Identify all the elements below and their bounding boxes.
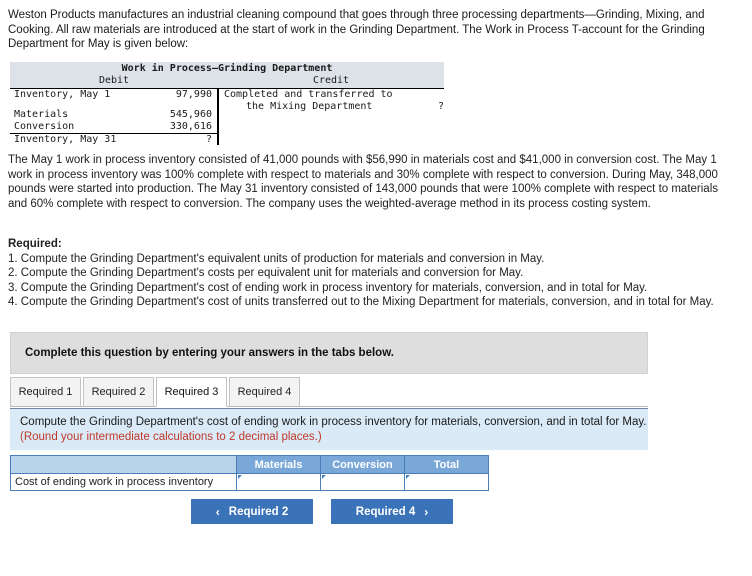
cell-marker-icon: [406, 475, 410, 479]
t-account-debit-side: Inventory, May 1 97,990 Materials 545,96…: [10, 89, 217, 145]
answer-table-blank-header: [10, 455, 237, 474]
work-in-process-t-account: Work in Process—Grinding Department Debi…: [10, 62, 444, 145]
complete-question-banner: Complete this question by entering your …: [10, 332, 648, 374]
answer-table-header-materials: Materials: [236, 455, 321, 474]
t-account-credit-side: Completed and transferred to the Mixing …: [220, 89, 444, 145]
debit-row-label: Inventory, May 31: [14, 134, 117, 145]
total-input-cell[interactable]: [404, 473, 489, 491]
intro-paragraph: Weston Products manufactures an industri…: [8, 9, 705, 50]
debit-row-amount: 97,990: [175, 89, 212, 100]
required-item-2: 2. Compute the Grinding Department's cos…: [8, 267, 524, 279]
debit-row-label: Conversion: [14, 121, 75, 132]
credit-row-label-line2: the Mixing Department: [246, 101, 373, 112]
t-account-vertical-divider: [217, 89, 220, 145]
requirement-tabstrip: Required 1 Required 2 Required 3 Require…: [10, 377, 648, 407]
previous-requirement-button[interactable]: ‹ Required 2: [191, 499, 313, 524]
t-account-title: Work in Process—Grinding Department: [10, 62, 444, 75]
required-item-4: 4. Compute the Grinding Department's cos…: [8, 296, 714, 308]
instruction-text: Compute the Grinding Department's cost o…: [20, 416, 647, 428]
complete-question-banner-text: Complete this question by entering your …: [25, 347, 394, 359]
table-row: Cost of ending work in process inventory: [10, 473, 489, 491]
answer-table: Materials Conversion Total Cost of endin…: [10, 455, 489, 491]
t-account-debit-header: Debit: [98, 75, 130, 86]
answer-table-header-row: Materials Conversion Total: [10, 455, 489, 474]
previous-requirement-label: Required 2: [228, 505, 289, 518]
credit-row-amount: ?: [437, 101, 444, 112]
conversion-input-cell[interactable]: [320, 473, 405, 491]
tab-required-4[interactable]: Required 4: [229, 377, 300, 407]
tab-required-1[interactable]: Required 1: [10, 377, 81, 407]
required-heading: Required:: [8, 238, 62, 250]
cell-marker-icon: [238, 475, 242, 479]
t-account-column-headers: Debit Credit: [10, 75, 444, 89]
materials-input-cell[interactable]: [236, 473, 321, 491]
answer-table-header-total: Total: [404, 455, 489, 474]
t-account-credit-header: Credit: [312, 75, 350, 86]
table-row: Inventory, May 31 ?: [10, 133, 217, 146]
tab-required-3[interactable]: Required 3: [156, 377, 227, 407]
conversion-input[interactable]: [321, 474, 404, 490]
table-row: the Mixing Department ?: [220, 101, 444, 113]
cell-marker-icon: [322, 475, 326, 479]
next-requirement-button[interactable]: Required 4 ›: [331, 499, 453, 524]
debit-row-amount: 545,960: [169, 109, 212, 120]
total-input[interactable]: [405, 474, 488, 490]
debit-row-amount: 330,616: [169, 121, 212, 132]
answer-table-row-label: Cost of ending work in process inventory: [10, 473, 237, 491]
t-account-body: Inventory, May 1 97,990 Materials 545,96…: [10, 89, 444, 145]
credit-row-amount-spacer: [418, 89, 444, 101]
credit-row-label-line1: Completed and transferred to: [224, 89, 393, 100]
table-row: Completed and transferred to: [220, 89, 444, 101]
t-account-spacer: [10, 101, 217, 109]
answer-table-header-conversion: Conversion: [320, 455, 405, 474]
next-requirement-label: Required 4: [355, 505, 416, 518]
debit-row-amount: ?: [205, 134, 212, 145]
chevron-left-icon: ‹: [215, 504, 220, 519]
table-row: Inventory, May 1 97,990: [10, 89, 217, 101]
required-item-1: 1. Compute the Grinding Department's equ…: [8, 252, 545, 265]
table-row: Conversion 330,616: [10, 121, 217, 133]
required-item-3: 3. Compute the Grinding Department's cos…: [8, 281, 648, 294]
required-block: Required: 1. Compute the Grinding Depart…: [8, 237, 738, 310]
debit-row-label: Inventory, May 1: [14, 89, 111, 100]
body-paragraph: The May 1 work in process inventory cons…: [8, 154, 719, 210]
table-row: Materials 545,960: [10, 109, 217, 121]
debit-row-label: Materials: [14, 109, 69, 120]
instruction-rounding-note: (Round your intermediate calculations to…: [20, 431, 322, 443]
tab-required-2[interactable]: Required 2: [83, 377, 154, 407]
materials-input[interactable]: [237, 474, 320, 490]
instruction-panel: Compute the Grinding Department's cost o…: [10, 408, 648, 450]
chevron-right-icon: ›: [424, 504, 429, 519]
